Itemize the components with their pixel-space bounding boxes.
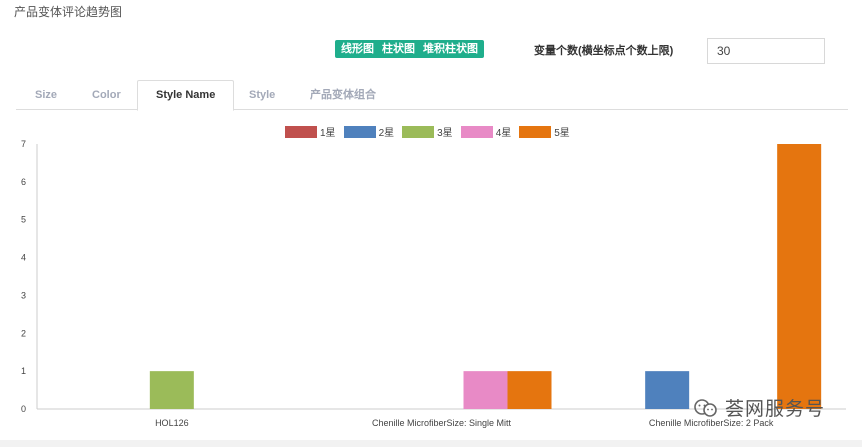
- y-tick-label: 5: [21, 215, 26, 225]
- bar[interactable]: [777, 144, 822, 409]
- y-tick-label: 3: [21, 290, 26, 300]
- bar-chart: 0 1 2 3 4 5 6 7 HOL126 Chenille MicrofiberSize: S…: [21, 139, 846, 428]
- y-tick-label: 2: [21, 328, 26, 338]
- y-tick-label: 0: [21, 404, 26, 414]
- bottom-strip: [0, 440, 862, 447]
- watermark: 荟网服务号: [693, 394, 825, 421]
- bar[interactable]: [463, 371, 508, 409]
- x-tick-label: Chenille MicrofiberSize: Single Mitt: [372, 418, 512, 428]
- y-tick-label: 7: [21, 139, 26, 149]
- bar[interactable]: [507, 371, 552, 409]
- y-tick-label: 4: [21, 253, 26, 263]
- y-tick-label: 1: [21, 366, 26, 376]
- x-tick-label: HOL126: [155, 418, 189, 428]
- bar[interactable]: [645, 371, 690, 409]
- bar[interactable]: [149, 371, 194, 409]
- watermark-text: 荟网服务号: [725, 399, 826, 420]
- y-tick-label: 6: [21, 177, 26, 187]
- wechat-icon: [694, 398, 717, 417]
